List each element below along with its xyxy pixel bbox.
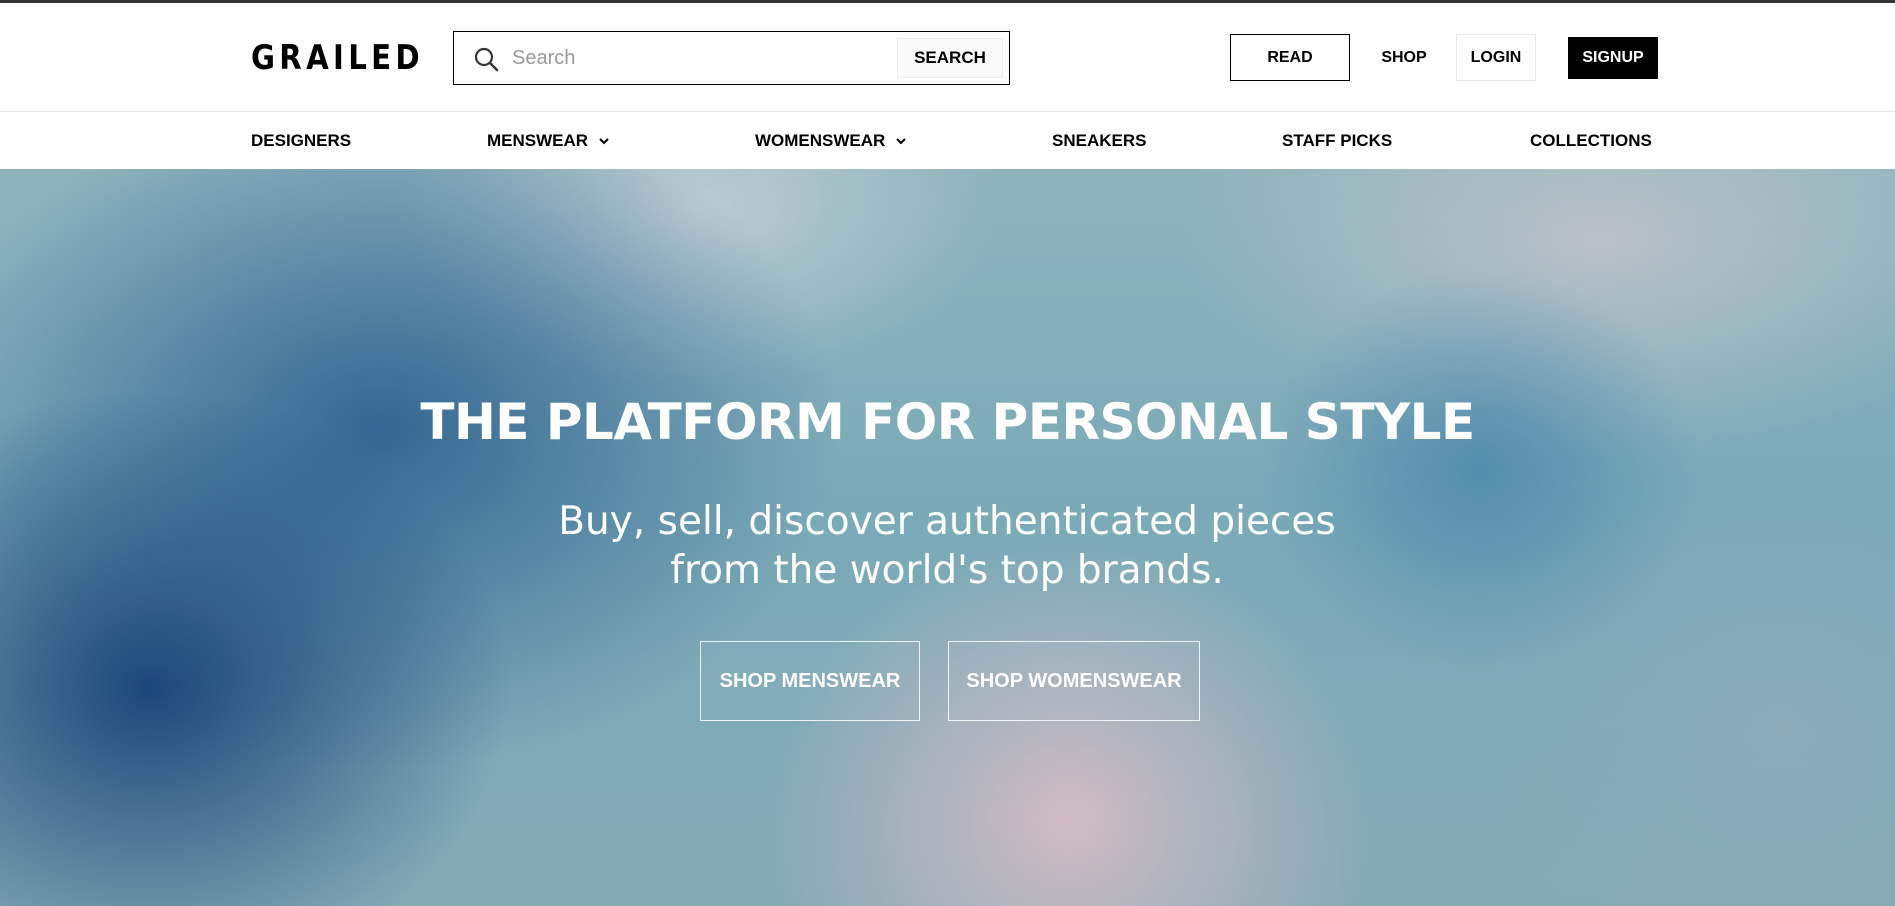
- hero-subtitle: Buy, sell, discover authenticated pieces…: [497, 497, 1397, 595]
- hero-subtitle-line: Buy, sell, discover authenticated pieces: [558, 499, 1336, 544]
- read-button[interactable]: READ: [1230, 34, 1350, 81]
- nav-item-sneakers[interactable]: SNEAKERS: [1052, 131, 1146, 151]
- chevron-down-icon: [896, 138, 907, 145]
- hero-title: THE PLATFORM FOR PERSONAL STYLE: [420, 393, 1475, 451]
- nav-item-menswear[interactable]: MENSWEAR: [487, 131, 611, 151]
- nav-item-label: STAFF PICKS: [1282, 131, 1393, 150]
- main-nav: DESIGNERS MENSWEAR WOMENSWEAR SNEAKERS S…: [0, 113, 1895, 169]
- nav-item-label: WOMENSWEAR: [755, 131, 886, 150]
- shop-link[interactable]: SHOP: [1372, 34, 1436, 81]
- hero-subtitle-line: from the world's top brands.: [670, 548, 1224, 593]
- hero-banner: THE PLATFORM FOR PERSONAL STYLE Buy, sel…: [0, 169, 1895, 906]
- nav-item-label: COLLECTIONS: [1530, 131, 1652, 150]
- search-button[interactable]: SEARCH: [897, 38, 1003, 78]
- chevron-down-icon: [599, 138, 609, 145]
- nav-item-label: SNEAKERS: [1052, 131, 1147, 150]
- nav-item-collections[interactable]: COLLECTIONS: [1530, 131, 1652, 151]
- nav-item-label: DESIGNERS: [251, 131, 352, 150]
- search-bar: SEARCH: [453, 31, 1010, 85]
- site-header: GRAILED SEARCH READ SHOP LOGIN SIGNUP: [0, 3, 1895, 112]
- grailed-logo[interactable]: GRAILED: [251, 38, 424, 78]
- nav-item-womenswear[interactable]: WOMENSWEAR: [755, 131, 908, 151]
- shop-womenswear-button[interactable]: SHOP WOMENSWEAR: [948, 641, 1200, 721]
- search-input[interactable]: [512, 42, 932, 74]
- signup-button[interactable]: SIGNUP: [1568, 37, 1658, 79]
- nav-item-label: MENSWEAR: [487, 131, 589, 150]
- search-icon: [474, 47, 499, 72]
- nav-item-staff-picks[interactable]: STAFF PICKS: [1282, 131, 1392, 151]
- login-button[interactable]: LOGIN: [1456, 34, 1536, 81]
- nav-item-designers[interactable]: DESIGNERS: [251, 131, 351, 151]
- shop-menswear-button[interactable]: SHOP MENSWEAR: [700, 641, 920, 721]
